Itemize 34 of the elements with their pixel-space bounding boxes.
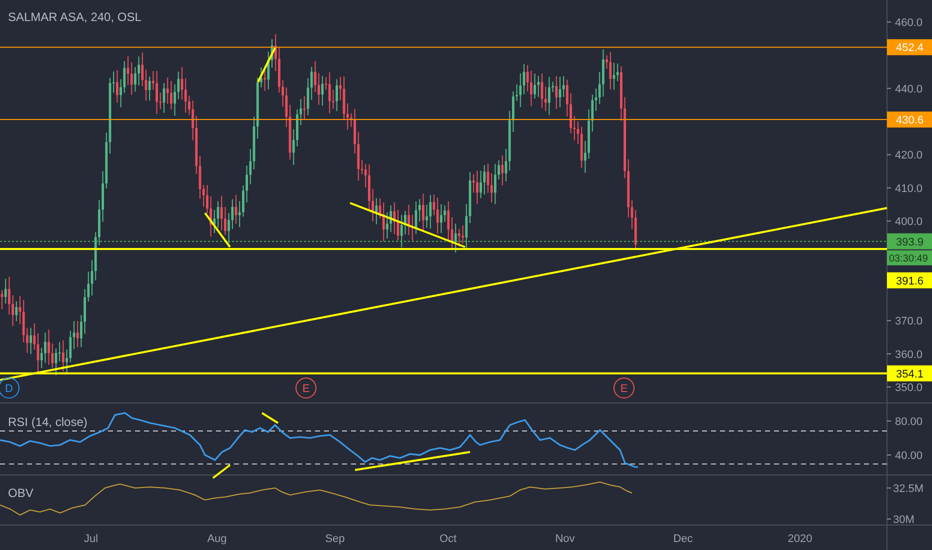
price-tag: 354.1 [887,365,932,382]
time-axis-label: Nov [555,533,575,545]
price-axis-label: 420.0 [895,150,923,162]
countdown-tag: 03:30:49 [887,250,932,266]
price-tag: 430.6 [887,112,932,128]
obv-axis-label: 30M [893,514,914,526]
price-tag: 393.9 [887,233,932,250]
rsi-label: RSI (14, close) [8,415,88,429]
price-axis-label: 460.0 [895,17,923,29]
price-axis-label: 400.0 [895,216,923,228]
price-tag: 452.4 [887,39,932,56]
price-axis-label: 410.0 [895,182,923,195]
time-axis-label: Oct [439,533,457,545]
rsi-axis-label: 40.00 [895,450,923,462]
time-axis-label: Sep [325,533,345,545]
event-letter: D [5,383,13,395]
price-axis-label: 360.0 [895,348,923,361]
chart-title: SALMAR ASA, 240, OSL [8,10,142,24]
event-letter: E [620,383,628,395]
time-axis-label: Dec [673,533,693,545]
event-letter: E [302,383,310,395]
price-tag: 391.6 [887,272,932,288]
event-marker[interactable] [296,378,316,398]
price-axis-label: 350.0 [895,382,923,394]
time-axis-label: Aug [207,533,227,545]
time-axis-label: 2020 [788,533,812,545]
price-axis-label: 370.0 [895,316,923,328]
obv-label: OBV [8,486,34,500]
event-marker[interactable] [0,378,20,398]
rsi-axis-label: 80.00 [895,416,923,428]
time-axis-label: Jul [84,533,98,545]
event-marker[interactable] [614,378,634,398]
price-axis-label: 440.0 [895,83,923,96]
obv-axis-label: 32.5M [893,483,924,495]
